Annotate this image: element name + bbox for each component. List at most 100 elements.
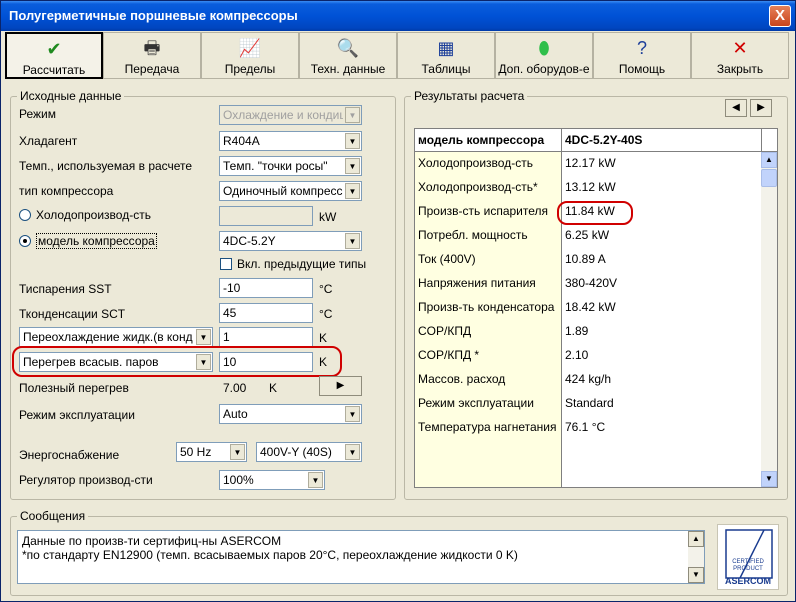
- window-title: Полугерметичные поршневые компрессоры: [9, 8, 298, 23]
- sct-input-value: 45: [223, 306, 237, 320]
- operation-mode-select[interactable]: Auto ▼: [219, 404, 362, 424]
- evaporator-highlight-ring: [557, 201, 633, 225]
- superheat-highlight-ring: [12, 346, 342, 377]
- model-radio-label[interactable]: модель компрессора: [36, 233, 157, 249]
- messages-legend: Сообщения: [17, 509, 89, 523]
- check-icon: ✔: [46, 39, 62, 59]
- mode-select: Охлаждение и кондиц ▼: [219, 105, 362, 125]
- results-header-name: модель компрессора: [418, 133, 545, 147]
- scroll-thumb[interactable]: [761, 169, 777, 187]
- useful-superheat-value: 7.00: [223, 381, 247, 395]
- prev-types-label[interactable]: Вкл. предыдущие типы: [237, 257, 366, 271]
- chevron-down-icon[interactable]: ▼: [308, 472, 323, 488]
- messages-box[interactable]: Данные по произв-ти сертифиц-ны ASERCOM …: [17, 530, 705, 584]
- frequency-select[interactable]: 50 Hz ▼: [176, 442, 247, 462]
- chevron-down-icon[interactable]: ▼: [345, 183, 360, 199]
- sst-unit: °C: [319, 282, 333, 296]
- useful-superheat-unit: K: [269, 381, 278, 395]
- chevron-down-icon[interactable]: ▼: [345, 233, 360, 249]
- results-header-row: модель компрессора 4DC-5.2Y-40S: [415, 129, 777, 152]
- sct-label: Тконденсации SCT: [19, 307, 126, 321]
- model-select-value: 4DC-5.2Y: [223, 234, 276, 248]
- scroll-up-button[interactable]: ▲: [688, 531, 704, 547]
- toolbar-button-label: Рассчитать: [22, 63, 86, 77]
- result-value: 76.1 °C: [565, 420, 606, 434]
- model-radio[interactable]: [19, 235, 31, 247]
- window-close-button[interactable]: X: [769, 5, 791, 27]
- results-prev-button[interactable]: ◀: [725, 99, 747, 117]
- result-name: Напряжения питания: [418, 276, 536, 290]
- toolbar-button[interactable]: ▦ Таблицы: [397, 32, 495, 79]
- toolbar-button[interactable]: ✔ Рассчитать: [5, 32, 103, 79]
- result-value: 12.17 kW: [565, 156, 616, 170]
- chevron-down-icon[interactable]: ▼: [345, 133, 360, 149]
- help-icon: ?: [636, 38, 647, 58]
- compressor-type-select-value: Одиночный компресс: [223, 184, 343, 198]
- operation-mode-label: Режим эксплуатации: [19, 408, 135, 422]
- prev-types-checkbox[interactable]: [220, 258, 232, 270]
- frequency-select-value: 50 Hz: [180, 445, 212, 459]
- sst-input[interactable]: -10: [219, 278, 313, 298]
- subcooling-select[interactable]: Переохлаждение жидк.(в конд ▼: [19, 327, 213, 347]
- toolbar-button-label: Пределы: [224, 62, 276, 76]
- result-name: COP/КПД *: [418, 348, 480, 362]
- result-name: Ток (400V): [418, 252, 476, 266]
- results-table[interactable]: модель компрессора 4DC-5.2Y-40S Холодопр…: [414, 128, 778, 488]
- refrigerant-label: Хладагент: [19, 134, 78, 148]
- app-window: Полугерметичные поршневые компрессоры X …: [0, 0, 796, 602]
- mode-select-value: Охлаждение и кондиц: [223, 108, 343, 122]
- capacity-input: [219, 206, 313, 226]
- results-scrollbar[interactable]: ▲ ▼: [761, 152, 777, 487]
- column-divider: [561, 129, 562, 152]
- capacity-unit: kW: [319, 210, 337, 224]
- useful-superheat-label: Полезный перегрев: [19, 381, 129, 395]
- chevron-down-icon[interactable]: ▼: [345, 444, 360, 460]
- regulator-label: Регулятор производ-сти: [19, 473, 153, 487]
- toolbar-button[interactable]: ? Помощь: [593, 32, 691, 79]
- capacity-radio-label[interactable]: Холодопроизвод-сть: [36, 208, 151, 222]
- subcooling-input[interactable]: 1: [219, 327, 313, 347]
- title-bar[interactable]: Полугерметичные поршневые компрессоры X: [1, 1, 795, 31]
- scroll-up-button[interactable]: ▲: [761, 152, 777, 168]
- regulator-select[interactable]: 100% ▼: [219, 470, 325, 490]
- chevron-down-icon[interactable]: ▼: [196, 329, 211, 345]
- voltage-select[interactable]: 400V-Y (40S) ▼: [256, 442, 362, 462]
- printer-icon: 🖶: [143, 38, 161, 58]
- toolbar-button[interactable]: 📈 Пределы: [201, 32, 299, 79]
- result-value: 424 kg/h: [565, 372, 612, 386]
- result-name: Произв-ть конденсатора: [418, 300, 555, 314]
- play-button[interactable]: ▶: [319, 376, 362, 396]
- receiver-icon: ⬮: [538, 38, 550, 58]
- subcooling-unit: K: [319, 331, 328, 345]
- magnifier-icon: 🔍: [336, 38, 360, 58]
- toolbar-button[interactable]: ✕ Закрыть: [691, 32, 789, 79]
- toolbar-button[interactable]: 🔍 Техн. данные: [299, 32, 397, 79]
- results-legend: Результаты расчета: [411, 89, 528, 103]
- messages-scrollbar[interactable]: ▲ ▼: [688, 531, 704, 583]
- table-icon: ▦: [437, 38, 455, 58]
- chevron-down-icon[interactable]: ▼: [230, 444, 245, 460]
- toolbar-button-label: Таблицы: [421, 62, 471, 76]
- results-next-button[interactable]: ▶: [750, 99, 772, 117]
- regulator-select-value: 100%: [223, 473, 254, 487]
- refrigerant-select[interactable]: R404A ▼: [219, 131, 362, 151]
- sct-input[interactable]: 45: [219, 303, 313, 323]
- input-data-legend: Исходные данные: [17, 89, 125, 103]
- capacity-radio[interactable]: [19, 209, 31, 221]
- toolbar-button[interactable]: ⬮ Доп. оборудов-е: [495, 32, 593, 79]
- toolbar-button[interactable]: 🖶 Передача: [103, 32, 201, 79]
- chevron-down-icon[interactable]: ▼: [345, 406, 360, 422]
- scroll-down-button[interactable]: ▼: [688, 567, 704, 583]
- chevron-down-icon[interactable]: ▼: [345, 158, 360, 174]
- power-supply-label: Энергоснабжение: [19, 448, 120, 462]
- model-select[interactable]: 4DC-5.2Y ▼: [219, 231, 362, 251]
- result-value: 10.89 A: [565, 252, 606, 266]
- compressor-type-select[interactable]: Одиночный компресс ▼: [219, 181, 362, 201]
- result-value: 13.12 kW: [565, 180, 616, 194]
- logo-product-text: PRODUCT: [733, 566, 763, 572]
- result-value: 380-420V: [565, 276, 618, 290]
- scroll-down-button[interactable]: ▼: [761, 471, 777, 487]
- result-name: Произв-сть испарителя: [418, 204, 549, 218]
- temp-basis-select[interactable]: Темп. "точки росы" ▼: [219, 156, 362, 176]
- message-line: Данные по произв-ти сертифиц-ны ASERCOM: [22, 534, 282, 548]
